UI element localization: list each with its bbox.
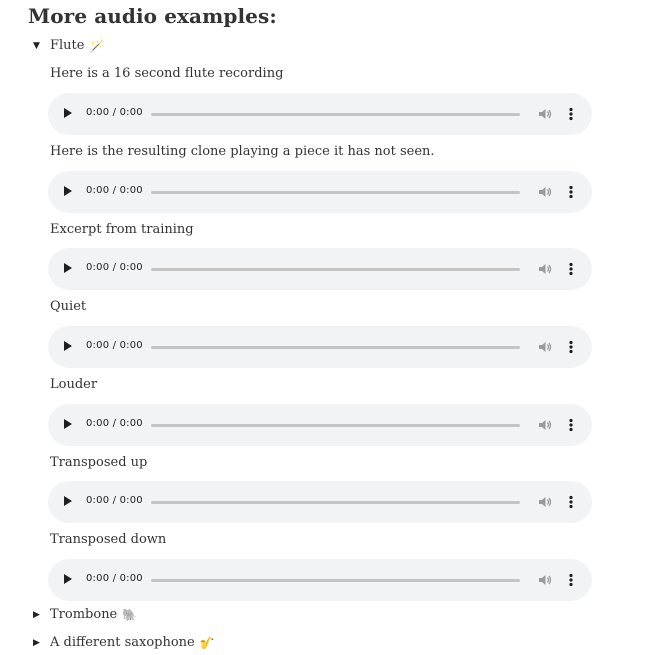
saxophone-summary-label: A different saxophone [50, 635, 195, 650]
volume-icon[interactable] [538, 495, 552, 509]
audio-caption: Louder [50, 377, 98, 392]
volume-icon[interactable] [538, 340, 552, 354]
seek-slider[interactable] [151, 191, 520, 194]
play-icon[interactable] [64, 574, 72, 584]
magic-wand-icon: 🪄 [89, 38, 105, 53]
more-options-icon[interactable] [567, 573, 575, 587]
audio-player: 0:00 / 0:00 [48, 326, 592, 368]
volume-icon[interactable] [538, 107, 552, 121]
audio-player: 0:00 / 0:00 [48, 171, 592, 213]
trombone-summary-label: Trombone [50, 607, 118, 622]
flute-summary[interactable]: ▼ Flute 🪄 [33, 38, 104, 53]
trombone-summary[interactable]: ▶ Trombone 🐘 [33, 607, 137, 622]
time-display: 0:00 / 0:00 [86, 185, 143, 196]
seek-slider[interactable] [151, 113, 520, 116]
saxophone-summary[interactable]: ▶ A different saxophone 🎷 [33, 635, 215, 650]
more-options-icon[interactable] [567, 495, 575, 509]
seek-slider[interactable] [151, 346, 520, 349]
play-icon[interactable] [64, 263, 72, 273]
seek-slider[interactable] [151, 424, 520, 427]
more-options-icon[interactable] [567, 107, 575, 121]
time-display: 0:00 / 0:00 [86, 107, 143, 118]
audio-player: 0:00 / 0:00 [48, 404, 592, 446]
time-display: 0:00 / 0:00 [86, 573, 143, 584]
volume-icon[interactable] [538, 573, 552, 587]
audio-caption: Here is the resulting clone playing a pi… [50, 144, 435, 159]
play-icon[interactable] [64, 108, 72, 118]
saxophone-icon: 🎷 [199, 635, 215, 650]
volume-icon[interactable] [538, 262, 552, 276]
seek-slider[interactable] [151, 501, 520, 504]
expanded-triangle-icon: ▼ [33, 40, 40, 51]
audio-caption: Transposed up [50, 455, 148, 470]
section-heading: More audio examples: [28, 4, 277, 28]
play-icon[interactable] [64, 186, 72, 196]
collapsed-triangle-icon: ▶ [33, 609, 40, 620]
audio-caption: Here is a 16 second flute recording [50, 66, 284, 81]
elephant-icon: 🐘 [122, 607, 138, 622]
flute-summary-label: Flute [50, 38, 85, 53]
time-display: 0:00 / 0:00 [86, 495, 143, 506]
more-options-icon[interactable] [567, 262, 575, 276]
more-options-icon[interactable] [567, 340, 575, 354]
audio-player: 0:00 / 0:00 [48, 481, 592, 523]
audio-caption: Excerpt from training [50, 222, 194, 237]
play-icon[interactable] [64, 341, 72, 351]
time-display: 0:00 / 0:00 [86, 262, 143, 273]
audio-player: 0:00 / 0:00 [48, 559, 592, 601]
audio-player: 0:00 / 0:00 [48, 93, 592, 135]
volume-icon[interactable] [538, 418, 552, 432]
seek-slider[interactable] [151, 579, 520, 582]
play-icon[interactable] [64, 419, 72, 429]
more-options-icon[interactable] [567, 185, 575, 199]
play-icon[interactable] [64, 496, 72, 506]
seek-slider[interactable] [151, 268, 520, 271]
audio-caption: Transposed down [50, 532, 167, 547]
time-display: 0:00 / 0:00 [86, 340, 143, 351]
volume-icon[interactable] [538, 185, 552, 199]
page: More audio examples: ▼ Flute 🪄 Here is a… [0, 0, 653, 655]
more-options-icon[interactable] [567, 418, 575, 432]
audio-caption: Quiet [50, 299, 87, 314]
collapsed-triangle-icon: ▶ [33, 637, 40, 648]
audio-player: 0:00 / 0:00 [48, 248, 592, 290]
time-display: 0:00 / 0:00 [86, 418, 143, 429]
